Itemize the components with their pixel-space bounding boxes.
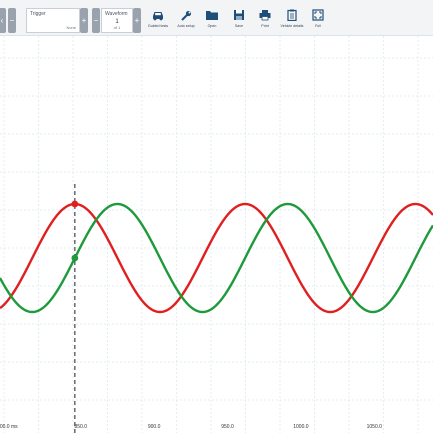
open-label: Open xyxy=(207,24,217,28)
waveform-increase-button[interactable]: + xyxy=(133,8,141,33)
green-cursor-marker[interactable] xyxy=(71,254,79,262)
toolbar: ‹ − Trigger None + − Waveform 1 of 1 + G… xyxy=(0,0,433,36)
wrench-icon xyxy=(181,10,192,21)
save-button[interactable]: Save xyxy=(225,6,253,34)
chart-grid xyxy=(0,36,433,433)
trigger-decrease-button[interactable]: − xyxy=(8,8,16,33)
save-icon xyxy=(234,10,244,20)
save-label: Save xyxy=(234,24,244,28)
prev-stepper-button[interactable]: ‹ xyxy=(0,8,6,33)
waveform-field[interactable]: Waveform 1 of 1 xyxy=(101,8,133,33)
vehicle-details-button[interactable]: Vehicle details xyxy=(278,6,306,34)
print-label: Print xyxy=(261,24,269,28)
trigger-increase-button[interactable]: + xyxy=(80,8,88,33)
red-cursor-marker[interactable] xyxy=(71,200,79,208)
x-tick-label-4: 1000.0 xyxy=(293,424,309,430)
x-tick-label-0: 800.0 ms xyxy=(0,424,18,430)
x-tick-label-1: 850.0 xyxy=(74,424,87,430)
printer-icon xyxy=(259,10,271,21)
open-button[interactable]: Open xyxy=(198,6,226,34)
trigger-value: None xyxy=(66,25,76,30)
auto-setup-button[interactable]: Auto setup xyxy=(172,6,200,34)
waveform-of: of 1 xyxy=(113,25,121,30)
x-tick-label-5: 1050.0 xyxy=(367,424,383,430)
guided-tests-label: Guided tests xyxy=(147,24,169,28)
waveform-decrease-button[interactable]: − xyxy=(92,8,100,33)
trigger-label: Trigger xyxy=(30,11,46,17)
clipboard-icon xyxy=(287,9,297,21)
folder-icon xyxy=(206,11,218,20)
green-trace-line xyxy=(0,202,433,314)
x-tick-label-3: 950.0 xyxy=(221,424,234,430)
print-button[interactable]: Print xyxy=(251,6,279,34)
waveform-chart[interactable]: 800.0 ms 850.0 900.0 950.0 1000.0 1050.0 xyxy=(0,36,433,433)
trigger-field[interactable]: Trigger None xyxy=(26,8,80,33)
full-button[interactable]: Full xyxy=(304,6,332,34)
waveform-label: Waveform xyxy=(105,11,128,17)
vehicle-details-label: Vehicle details xyxy=(280,24,304,28)
red-trace-line xyxy=(0,202,433,314)
fullscreen-icon xyxy=(312,9,324,21)
x-tick-label-2: 900.0 xyxy=(148,424,161,430)
guided-tests-button[interactable]: Guided tests xyxy=(144,6,172,34)
car-icon xyxy=(153,12,163,21)
full-label: Full xyxy=(315,24,321,28)
auto-setup-label: Auto setup xyxy=(177,24,195,28)
